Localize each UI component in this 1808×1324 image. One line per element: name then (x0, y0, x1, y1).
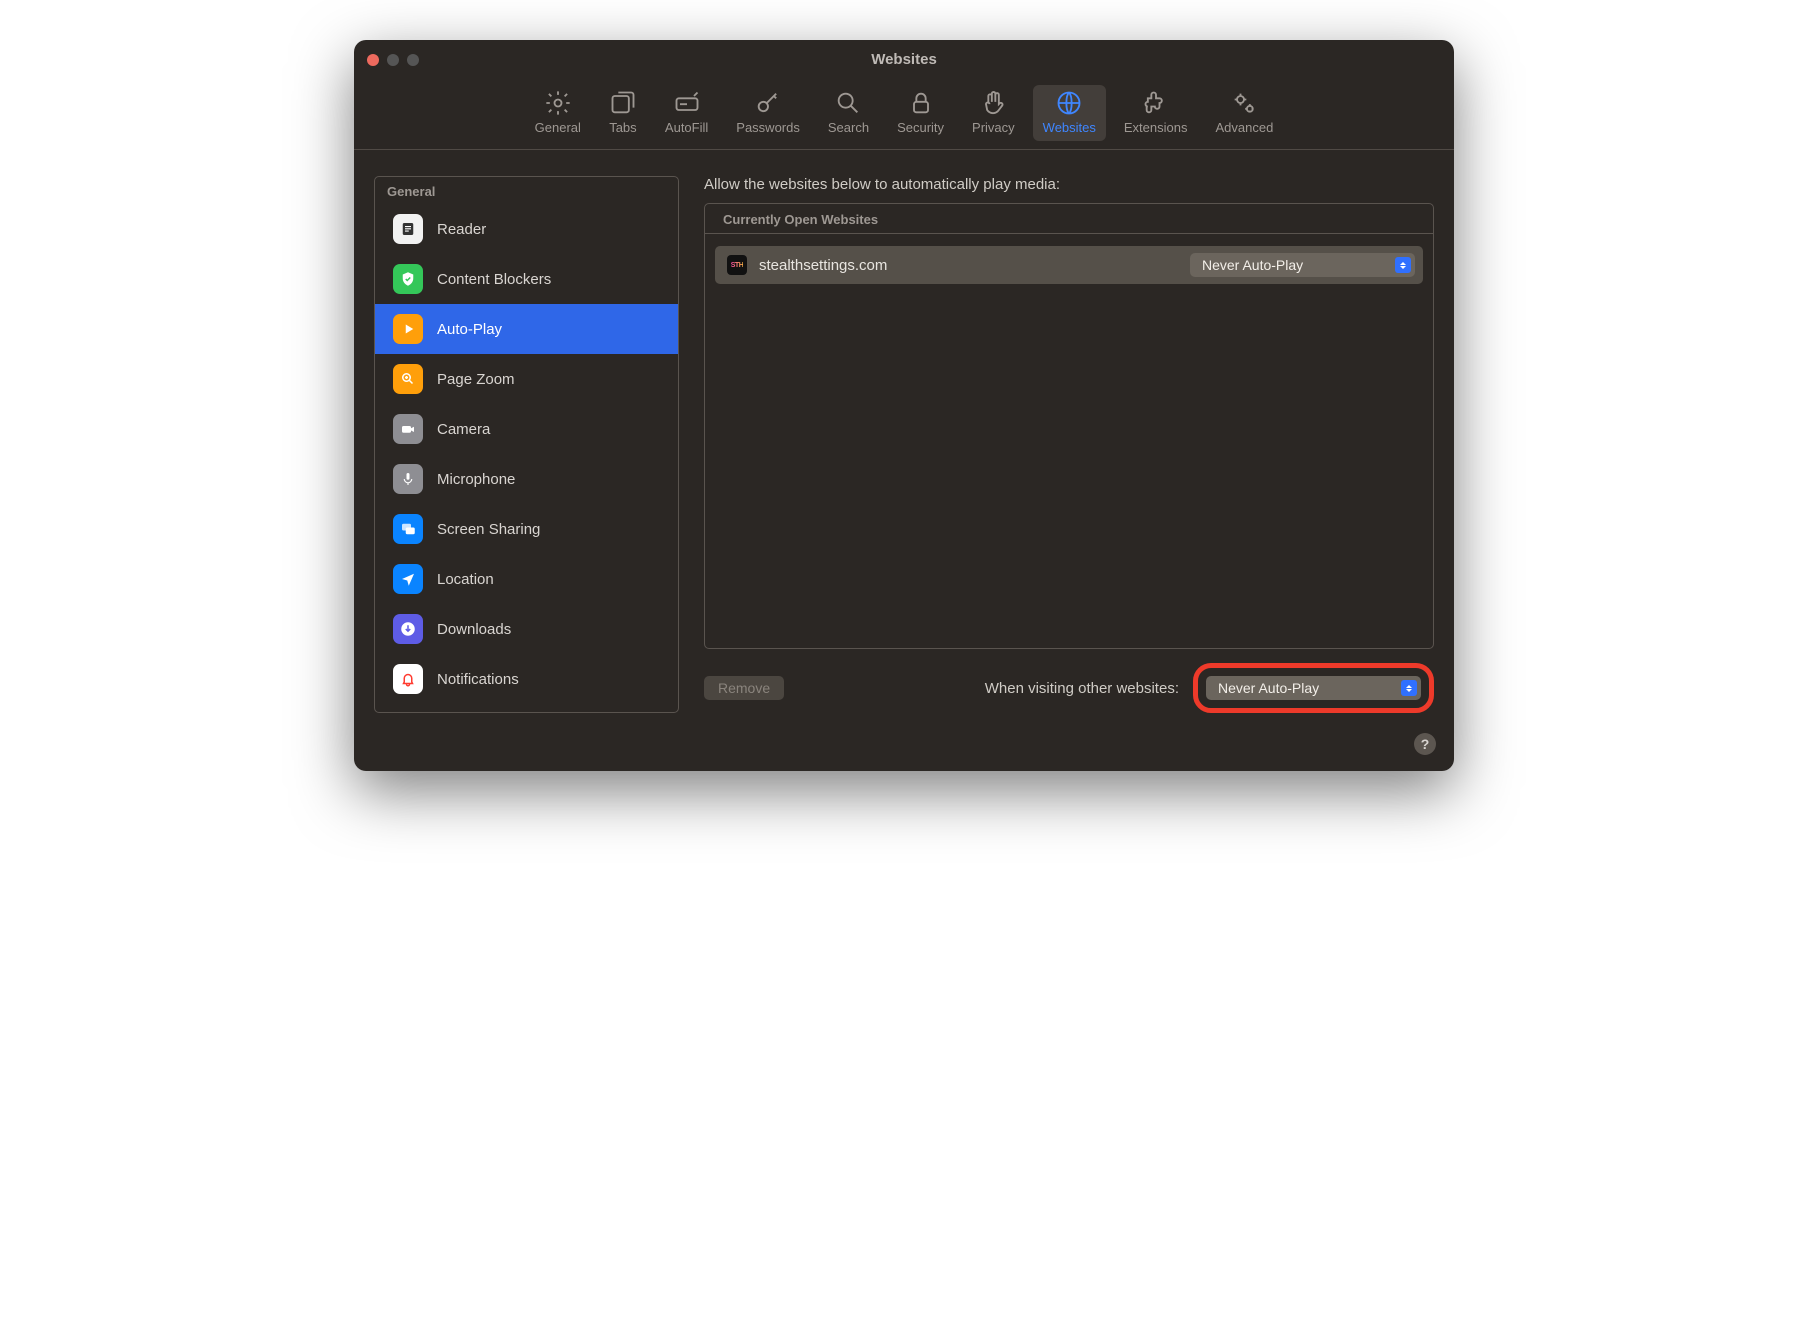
website-row[interactable]: STH stealthsettings.com Never Auto-Play (715, 246, 1423, 284)
tabs-icon (609, 89, 637, 117)
site-autoplay-dropdown[interactable]: Never Auto-Play (1190, 253, 1415, 277)
remove-button[interactable]: Remove (704, 676, 784, 700)
tab-passwords[interactable]: Passwords (726, 85, 810, 141)
hand-icon (979, 89, 1007, 117)
tab-advanced[interactable]: Advanced (1205, 85, 1283, 141)
camera-icon (393, 414, 423, 444)
bottom-controls: Remove When visiting other websites: Nev… (704, 663, 1434, 713)
sidebar-item-location[interactable]: Location (375, 554, 678, 604)
zoom-icon (393, 364, 423, 394)
sidebar-item-label: Downloads (437, 621, 511, 638)
titlebar: Websites (354, 40, 1454, 79)
download-icon (393, 614, 423, 644)
tab-label: Advanced (1215, 120, 1273, 135)
websites-list: Currently Open Websites STH stealthsetti… (704, 203, 1434, 649)
help-button[interactable]: ? (1414, 733, 1436, 755)
preferences-window: Websites General Tabs AutoFill Passwords… (354, 40, 1454, 771)
traffic-lights (367, 54, 419, 66)
sidebar-item-label: Auto-Play (437, 321, 502, 338)
tab-websites[interactable]: Websites (1033, 85, 1106, 141)
dropdown-value: Never Auto-Play (1218, 680, 1319, 696)
gear-icon (544, 89, 572, 117)
tab-tabs[interactable]: Tabs (599, 85, 647, 141)
tab-general[interactable]: General (525, 85, 591, 141)
other-websites-dropdown[interactable]: Never Auto-Play (1206, 676, 1421, 700)
tab-privacy[interactable]: Privacy (962, 85, 1025, 141)
chevron-updown-icon (1401, 680, 1417, 696)
sidebar-item-label: Page Zoom (437, 371, 515, 388)
maximize-window-button[interactable] (407, 54, 419, 66)
tab-label: General (535, 120, 581, 135)
dropdown-value: Never Auto-Play (1202, 257, 1303, 273)
close-window-button[interactable] (367, 54, 379, 66)
autofill-icon (673, 89, 701, 117)
site-name: stealthsettings.com (759, 257, 1178, 274)
sidebar-item-auto-play[interactable]: Auto-Play (375, 304, 678, 354)
sidebar-item-content-blockers[interactable]: Content Blockers (375, 254, 678, 304)
tab-label: AutoFill (665, 120, 708, 135)
window-title: Websites (354, 51, 1454, 68)
settings-sidebar: General Reader Content Blockers Auto-Pla… (374, 176, 679, 713)
lock-icon (907, 89, 935, 117)
sidebar-item-notifications[interactable]: Notifications (375, 654, 678, 704)
sidebar-item-label: Screen Sharing (437, 521, 540, 538)
screens-icon (393, 514, 423, 544)
key-icon (754, 89, 782, 117)
tab-label: Security (897, 120, 944, 135)
tab-label: Websites (1043, 120, 1096, 135)
sidebar-item-camera[interactable]: Camera (375, 404, 678, 454)
tab-label: Privacy (972, 120, 1015, 135)
sidebar-item-label: Microphone (437, 471, 515, 488)
main-panel: Allow the websites below to automaticall… (704, 176, 1434, 713)
preferences-toolbar: General Tabs AutoFill Passwords Search S… (354, 79, 1454, 150)
sidebar-item-downloads[interactable]: Downloads (375, 604, 678, 654)
footer: ? (354, 733, 1454, 771)
minimize-window-button[interactable] (387, 54, 399, 66)
chevron-updown-icon (1395, 257, 1411, 273)
microphone-icon (393, 464, 423, 494)
tab-label: Passwords (736, 120, 800, 135)
sidebar-item-screen-sharing[interactable]: Screen Sharing (375, 504, 678, 554)
sidebar-item-label: Location (437, 571, 494, 588)
sidebar-item-label: Content Blockers (437, 271, 551, 288)
tab-search[interactable]: Search (818, 85, 879, 141)
gears-icon (1230, 89, 1258, 117)
highlight-annotation: Never Auto-Play (1193, 663, 1434, 713)
sidebar-item-microphone[interactable]: Microphone (375, 454, 678, 504)
search-icon (834, 89, 862, 117)
sidebar-item-reader[interactable]: Reader (375, 204, 678, 254)
globe-icon (1055, 89, 1083, 117)
play-icon (393, 314, 423, 344)
content-area: General Reader Content Blockers Auto-Pla… (354, 150, 1454, 733)
sidebar-item-label: Notifications (437, 671, 519, 688)
shield-check-icon (393, 264, 423, 294)
tab-label: Extensions (1124, 120, 1188, 135)
tab-extensions[interactable]: Extensions (1114, 85, 1198, 141)
puzzle-icon (1142, 89, 1170, 117)
sidebar-item-label: Camera (437, 421, 490, 438)
section-header: Currently Open Websites (705, 204, 1433, 234)
main-header: Allow the websites below to automaticall… (704, 176, 1434, 193)
bell-icon (393, 664, 423, 694)
tab-autofill[interactable]: AutoFill (655, 85, 718, 141)
tab-label: Tabs (609, 120, 636, 135)
tab-label: Search (828, 120, 869, 135)
other-websites-label: When visiting other websites: (985, 680, 1179, 697)
sidebar-item-label: Reader (437, 221, 486, 238)
location-arrow-icon (393, 564, 423, 594)
reader-icon (393, 214, 423, 244)
sidebar-item-page-zoom[interactable]: Page Zoom (375, 354, 678, 404)
tab-security[interactable]: Security (887, 85, 954, 141)
sidebar-section-header: General (375, 177, 678, 204)
site-favicon-icon: STH (727, 255, 747, 275)
